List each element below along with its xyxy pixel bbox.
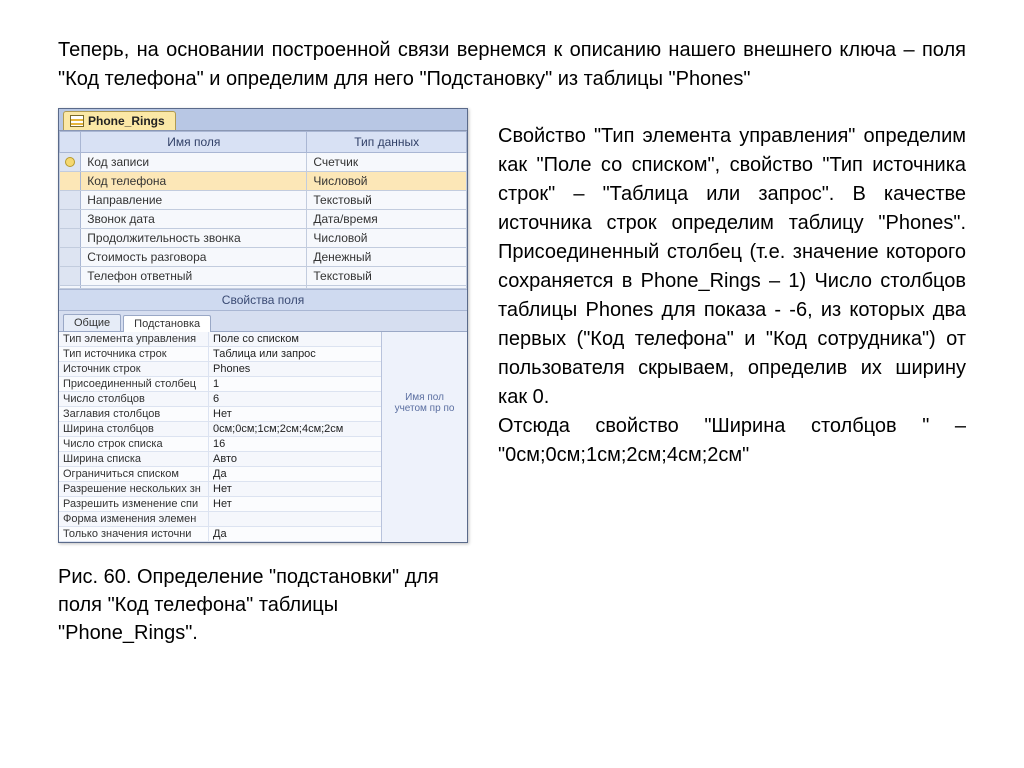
- property-label: Разрешение нескольких зн: [59, 482, 209, 496]
- tab-lookup[interactable]: Подстановка: [123, 315, 211, 332]
- property-label: Ограничиться списком: [59, 467, 209, 481]
- field-grid[interactable]: Имя поля Тип данных Код записиСчетчикКод…: [59, 131, 467, 289]
- property-row[interactable]: Тип элемента управленияПоле со списком: [59, 332, 381, 347]
- property-value[interactable]: Таблица или запрос: [209, 347, 381, 361]
- property-label: Источник строк: [59, 362, 209, 376]
- table-tab-label: Phone_Rings: [88, 114, 165, 128]
- field-type-cell[interactable]: Дата/время: [307, 210, 467, 229]
- property-value[interactable]: Да: [209, 467, 381, 481]
- field-row[interactable]: Звонок датаДата/время: [60, 210, 467, 229]
- row-selector[interactable]: [60, 267, 81, 286]
- row-selector[interactable]: [60, 172, 81, 191]
- field-row[interactable]: Продолжительность звонкаЧисловой: [60, 229, 467, 248]
- row-selector[interactable]: [60, 248, 81, 267]
- property-row[interactable]: Число столбцов6: [59, 392, 381, 407]
- property-value[interactable]: 0см;0см;1см;2см;4см;2см: [209, 422, 381, 436]
- property-value[interactable]: Авто: [209, 452, 381, 466]
- row-selector[interactable]: [60, 191, 81, 210]
- field-name-cell[interactable]: Звонок дата: [81, 210, 307, 229]
- row-selector[interactable]: [60, 229, 81, 248]
- field-name-cell[interactable]: Телефон ответный: [81, 267, 307, 286]
- figure-caption: Рис. 60. Определение "подстановки" для п…: [58, 563, 468, 647]
- table-icon: [70, 115, 84, 127]
- property-row[interactable]: Форма изменения элемен: [59, 512, 381, 527]
- field-type-cell[interactable]: Текстовый: [307, 191, 467, 210]
- property-label: Форма изменения элемен: [59, 512, 209, 526]
- property-label: Тип источника строк: [59, 347, 209, 361]
- primary-key-icon: [65, 157, 75, 167]
- body-paragraph-2: Отсюда свойство "Ширина столбцов " – "0с…: [498, 412, 966, 470]
- property-row[interactable]: Ограничиться спискомДа: [59, 467, 381, 482]
- field-type-cell[interactable]: Денежный: [307, 248, 467, 267]
- col-data-type[interactable]: Тип данных: [307, 132, 467, 153]
- property-label: Ширина столбцов: [59, 422, 209, 436]
- field-name-cell[interactable]: Стоимость разговора: [81, 248, 307, 267]
- tab-general[interactable]: Общие: [63, 314, 121, 331]
- intro-paragraph: Теперь, на основании построенной связи в…: [58, 36, 966, 94]
- access-design-view: Phone_Rings Имя поля Тип данных Код запи…: [58, 108, 468, 543]
- property-value[interactable]: 1: [209, 377, 381, 391]
- property-row[interactable]: Только значения источниДа: [59, 527, 381, 542]
- property-row[interactable]: Разрешить изменение спиНет: [59, 497, 381, 512]
- field-row[interactable]: Стоимость разговораДенежный: [60, 248, 467, 267]
- field-type-cell[interactable]: Числовой: [307, 229, 467, 248]
- property-label: Только значения источни: [59, 527, 209, 541]
- property-value[interactable]: Поле со списком: [209, 332, 381, 346]
- field-row[interactable]: Код телефонаЧисловой: [60, 172, 467, 191]
- property-label: Заглавия столбцов: [59, 407, 209, 421]
- field-name-cell[interactable]: Код телефона: [81, 172, 307, 191]
- property-value[interactable]: [209, 512, 381, 526]
- property-value[interactable]: Нет: [209, 407, 381, 421]
- field-row[interactable]: Код записиСчетчик: [60, 153, 467, 172]
- row-selector[interactable]: [60, 153, 81, 172]
- property-value[interactable]: 16: [209, 437, 381, 451]
- property-tabs: Общие Подстановка: [59, 311, 467, 331]
- body-paragraph-1: Свойство "Тип элемента управления" опред…: [498, 122, 966, 412]
- property-row[interactable]: Источник строкPhones: [59, 362, 381, 377]
- property-row[interactable]: Присоединенный столбец1: [59, 377, 381, 392]
- property-label: Ширина списка: [59, 452, 209, 466]
- field-row[interactable]: Телефон ответныйТекстовый: [60, 267, 467, 286]
- property-label: Разрешить изменение спи: [59, 497, 209, 511]
- property-help-pane: Имя пол учетом пр по: [381, 332, 467, 542]
- table-tab[interactable]: Phone_Rings: [63, 111, 176, 130]
- property-row[interactable]: Заглавия столбцовНет: [59, 407, 381, 422]
- field-type-cell[interactable]: Числовой: [307, 172, 467, 191]
- property-value[interactable]: Phones: [209, 362, 381, 376]
- property-row[interactable]: Тип источника строкТаблица или запрос: [59, 347, 381, 362]
- field-type-cell[interactable]: Текстовый: [307, 267, 467, 286]
- field-properties-title: Свойства поля: [59, 289, 467, 311]
- property-label: Присоединенный столбец: [59, 377, 209, 391]
- property-label: Тип элемента управления: [59, 332, 209, 346]
- row-selector[interactable]: [60, 210, 81, 229]
- property-value[interactable]: Да: [209, 527, 381, 541]
- property-label: Число столбцов: [59, 392, 209, 406]
- property-value[interactable]: Нет: [209, 497, 381, 511]
- property-list[interactable]: Тип элемента управленияПоле со спискомТи…: [59, 332, 381, 542]
- field-name-cell[interactable]: Продолжительность звонка: [81, 229, 307, 248]
- property-row[interactable]: Число строк списка16: [59, 437, 381, 452]
- property-row[interactable]: Разрешение нескольких знНет: [59, 482, 381, 497]
- field-row[interactable]: НаправлениеТекстовый: [60, 191, 467, 210]
- property-label: Число строк списка: [59, 437, 209, 451]
- document-tab-bar: Phone_Rings: [59, 109, 467, 131]
- field-name-cell[interactable]: Направление: [81, 191, 307, 210]
- field-name-cell[interactable]: Код записи: [81, 153, 307, 172]
- field-type-cell[interactable]: Счетчик: [307, 153, 467, 172]
- property-value[interactable]: Нет: [209, 482, 381, 496]
- property-value[interactable]: 6: [209, 392, 381, 406]
- property-row[interactable]: Ширина столбцов0см;0см;1см;2см;4см;2см: [59, 422, 381, 437]
- col-field-name[interactable]: Имя поля: [81, 132, 307, 153]
- property-row[interactable]: Ширина спискаАвто: [59, 452, 381, 467]
